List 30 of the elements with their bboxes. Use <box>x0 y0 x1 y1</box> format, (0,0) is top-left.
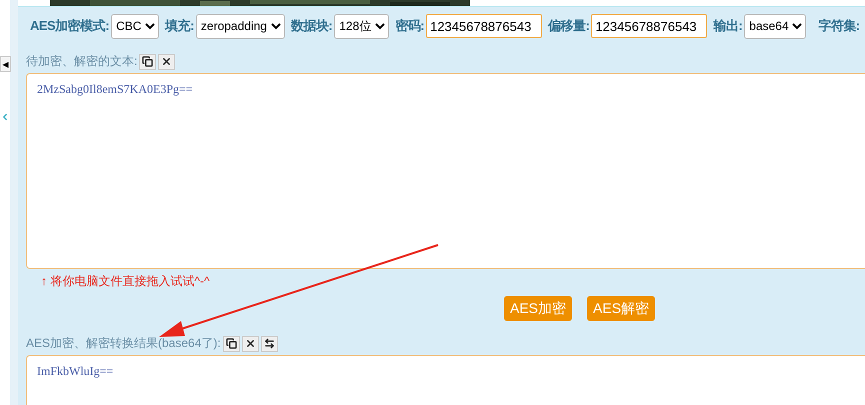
field-label: 输出: <box>713 17 742 35</box>
swap-icon <box>264 338 275 349</box>
close-icon <box>161 56 172 67</box>
field-label: 填充: <box>165 17 194 35</box>
clear-button[interactable] <box>158 54 176 70</box>
field-label: 偏移量: <box>548 17 590 35</box>
text-field[interactable]: 12345678876543 <box>591 14 708 38</box>
close-icon <box>244 338 256 349</box>
swap-button[interactable] <box>260 336 278 352</box>
field-label: 密码: <box>395 17 424 35</box>
copy-button[interactable] <box>139 54 156 70</box>
chevron-left-icon <box>0 112 10 122</box>
collapse-button[interactable]: ◀ <box>0 56 11 72</box>
output-text-area[interactable]: ImFkbWluIg== <box>26 355 865 405</box>
dropdown[interactable]: 128位 <box>334 14 390 38</box>
drag-hint: ↑ 将你电脑文件直接拖入试试^-^ <box>41 273 211 290</box>
field-label: 字符集: <box>818 17 860 35</box>
dropdown[interactable]: zeropadding <box>196 14 285 38</box>
input-text-area[interactable]: 2MzSabg0Il8emS7KA0E3Pg== <box>26 73 865 269</box>
dropdown[interactable]: base64 <box>744 14 806 38</box>
copy-icon <box>142 56 154 67</box>
copy-icon <box>226 338 237 349</box>
dropdown[interactable]: CBC <box>111 14 160 38</box>
clear-button[interactable] <box>242 336 259 352</box>
section-label: AES加密、解密转换结果(base64了): <box>26 335 221 352</box>
field-label: 数据块: <box>290 17 332 35</box>
text-field[interactable]: 12345678876543 <box>426 14 542 38</box>
field-label: AES加密模式: <box>30 17 110 35</box>
copy-button[interactable] <box>222 336 240 352</box>
section-label: 待加密、解密的文本: <box>26 53 138 70</box>
